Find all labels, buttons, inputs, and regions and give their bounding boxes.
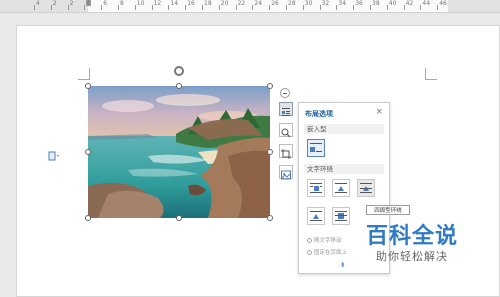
- layout-options-button[interactable]: [279, 102, 293, 116]
- ruler-label: 20: [220, 0, 229, 7]
- ruler-tick: [269, 5, 271, 10]
- ruler-tick: [403, 5, 405, 10]
- crop-icon: [281, 149, 291, 159]
- ruler-label: 32: [321, 0, 330, 7]
- ruler-tick: [353, 5, 355, 10]
- document-icon[interactable]: [48, 146, 60, 161]
- ruler-tick: [168, 5, 170, 10]
- ruler-label: 34: [338, 0, 347, 7]
- tooltip: 四周型环绕: [366, 205, 410, 215]
- ruler-tick: [84, 5, 86, 10]
- resize-handle-top-left[interactable]: [85, 83, 91, 89]
- resize-handle-bottom-left[interactable]: [85, 215, 91, 221]
- ruler-tick: [386, 5, 388, 10]
- move-with-text-option[interactable]: 随文字移动: [307, 236, 342, 244]
- ruler-tick: [34, 5, 35, 10]
- panel-title: 布局选项: [305, 110, 333, 118]
- ruler-label: 2: [69, 0, 74, 7]
- ruler-tick: [437, 5, 439, 10]
- ruler-tick: [185, 5, 187, 10]
- resize-handle-bottom-right[interactable]: [267, 215, 273, 221]
- resize-handle-top-center[interactable]: [176, 83, 182, 89]
- tight-wrap-button[interactable]: [332, 179, 350, 197]
- fix-on-page-option[interactable]: 固定在页面上: [307, 248, 347, 256]
- ruler-label: 14: [170, 0, 179, 7]
- ruler-label: 28: [288, 0, 296, 7]
- ruler-tick: [218, 5, 220, 10]
- ruler-tick: [302, 5, 304, 10]
- behind-text-button[interactable]: [332, 207, 350, 225]
- margin-corner-top-left: [78, 68, 90, 80]
- ruler-label: 8: [120, 0, 124, 7]
- close-icon[interactable]: ×: [375, 107, 383, 117]
- section-text-wrap: 文字环绕: [304, 164, 384, 174]
- square-wrap-button[interactable]: [307, 179, 325, 197]
- ruler-label: 10: [136, 0, 145, 7]
- ruler-tick: [101, 5, 103, 10]
- ruler-tick: [319, 5, 321, 10]
- ruler-tick: [252, 5, 254, 10]
- crop-button[interactable]: [279, 144, 293, 159]
- ruler-label: 12: [153, 0, 162, 7]
- inline-layout-icon: [310, 143, 322, 152]
- ruler-label: 30: [304, 0, 313, 7]
- ruler-label: 18: [204, 0, 212, 7]
- ruler-label: 22: [237, 0, 246, 7]
- layout-options-icon: [282, 108, 290, 116]
- ruler-label: 4: [36, 0, 40, 7]
- top-bottom-wrap-icon: [310, 211, 322, 221]
- ruler-tick: [151, 5, 153, 10]
- ruler-tick: [336, 5, 338, 10]
- through-wrap-button[interactable]: [357, 179, 375, 197]
- resize-handle-bottom-center[interactable]: [176, 215, 182, 221]
- minus-circle-icon[interactable]: [280, 88, 290, 98]
- ruler-tick: [134, 5, 136, 10]
- radio-icon: [307, 250, 312, 255]
- top-bottom-wrap-button[interactable]: [307, 207, 325, 225]
- watermark-title: 百科全说: [365, 224, 458, 249]
- zoom-icon: [281, 128, 291, 138]
- ruler-tick: [420, 5, 422, 10]
- behind-text-icon: [335, 211, 347, 221]
- selected-picture[interactable]: [88, 86, 270, 218]
- ruler-label: 2: [52, 0, 57, 7]
- section-inline: 嵌入型: [304, 124, 384, 134]
- rotate-handle-icon[interactable]: [174, 66, 184, 76]
- resize-handle-middle-right[interactable]: [267, 149, 273, 155]
- ruler-tick: [235, 5, 237, 10]
- ruler-tick: [67, 5, 69, 10]
- resize-handle-top-right[interactable]: [267, 83, 273, 89]
- watermark-subtitle: 助你轻松解决: [376, 250, 448, 263]
- ruler-label: 24: [254, 0, 263, 7]
- horizontal-ruler[interactable]: 4 2 2 4 6 8 10 12 14 16 18 20 22 24 26 28 30 32 34 36 38 40 42…: [0, 0, 500, 13]
- picture-effects-icon: [281, 170, 291, 180]
- square-wrap-icon: [310, 183, 322, 193]
- picture-effects-button[interactable]: [279, 165, 293, 180]
- zoom-button[interactable]: [279, 123, 293, 138]
- ruler-tick: [202, 5, 203, 10]
- see-more-icon[interactable]: ⇟: [340, 261, 346, 269]
- watermark: 百科全说 助你轻松解决: [362, 224, 462, 268]
- ruler-tick: [286, 5, 287, 10]
- through-wrap-icon: [360, 183, 372, 193]
- ruler-label: 46: [439, 0, 447, 7]
- ruler-tick: [118, 5, 119, 10]
- resize-handle-middle-left[interactable]: [85, 149, 91, 155]
- ruler-label: 16: [187, 0, 195, 7]
- ruler-tick: [50, 5, 52, 10]
- ruler-label: 6: [103, 0, 108, 7]
- margin-corner-top-right: [425, 68, 437, 80]
- ruler-label: 38: [372, 0, 380, 7]
- ruler-tick: [370, 5, 371, 10]
- radio-icon: [307, 238, 312, 243]
- ruler-label: 40: [388, 0, 397, 7]
- inline-with-text-button[interactable]: [307, 139, 325, 157]
- ruler-label: 4: [86, 0, 91, 7]
- ruler-label: 44: [422, 0, 431, 7]
- ruler-label: 36: [355, 0, 363, 7]
- tight-wrap-icon: [335, 183, 347, 193]
- ruler-label: 26: [271, 0, 279, 7]
- ruler-label: 42: [405, 0, 414, 7]
